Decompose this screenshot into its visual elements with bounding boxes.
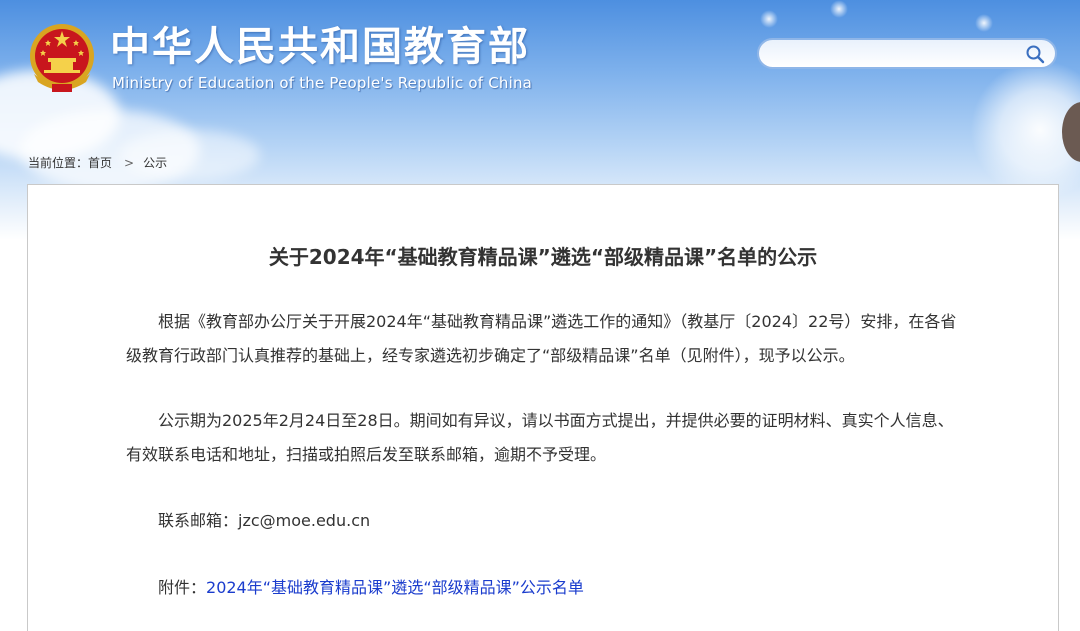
search-box [757, 38, 1057, 69]
contact-label: 联系邮箱： [158, 511, 239, 530]
attachment-label: 附件： [158, 578, 207, 597]
seed-decoration [830, 0, 848, 18]
search-icon[interactable] [1025, 44, 1045, 64]
site-subtitle: Ministry of Education of the People's Re… [112, 74, 533, 92]
attachment-link[interactable]: 2024年“基础教育精品课”遴选“部级精品课”公示名单 [206, 578, 584, 597]
search-input[interactable] [773, 44, 1023, 64]
breadcrumb-current[interactable]: 公示 [143, 154, 167, 171]
site-title[interactable]: 中华人民共和国教育部 [110, 22, 530, 72]
article-paragraph-2: 公示期为2025年2月24日至28日。期间如有异议，请以书面方式提出，并提供必要… [126, 411, 954, 464]
national-emblem-icon [30, 24, 94, 92]
attachment-line: 附件：2024年“基础教育精品课”遴选“部级精品课”公示名单 [126, 571, 966, 605]
article-paragraph-1: 根据《教育部办公厅关于开展2024年“基础教育精品课”遴选工作的通知》（教基厅〔… [126, 312, 957, 365]
contact-email: jzc@moe.edu.cn [238, 511, 371, 530]
contact-line: 联系邮箱：jzc@moe.edu.cn [126, 504, 966, 538]
breadcrumb-label: 当前位置： [28, 156, 89, 170]
breadcrumb: 当前位置：首页 > 公示 [28, 154, 167, 171]
article-title: 关于2024年“基础教育精品课”遴选“部级精品课”名单的公示 [268, 245, 818, 269]
seed-decoration [760, 10, 778, 28]
seed-decoration [975, 14, 993, 32]
chevron-right-icon: > [124, 156, 135, 170]
dandelion-decoration [970, 60, 1080, 200]
breadcrumb-home-link[interactable]: 首页 [88, 154, 112, 171]
article-container: 关于2024年“基础教育精品课”遴选“部级精品课”名单的公示 根据《教育部办公厅… [27, 184, 1059, 631]
